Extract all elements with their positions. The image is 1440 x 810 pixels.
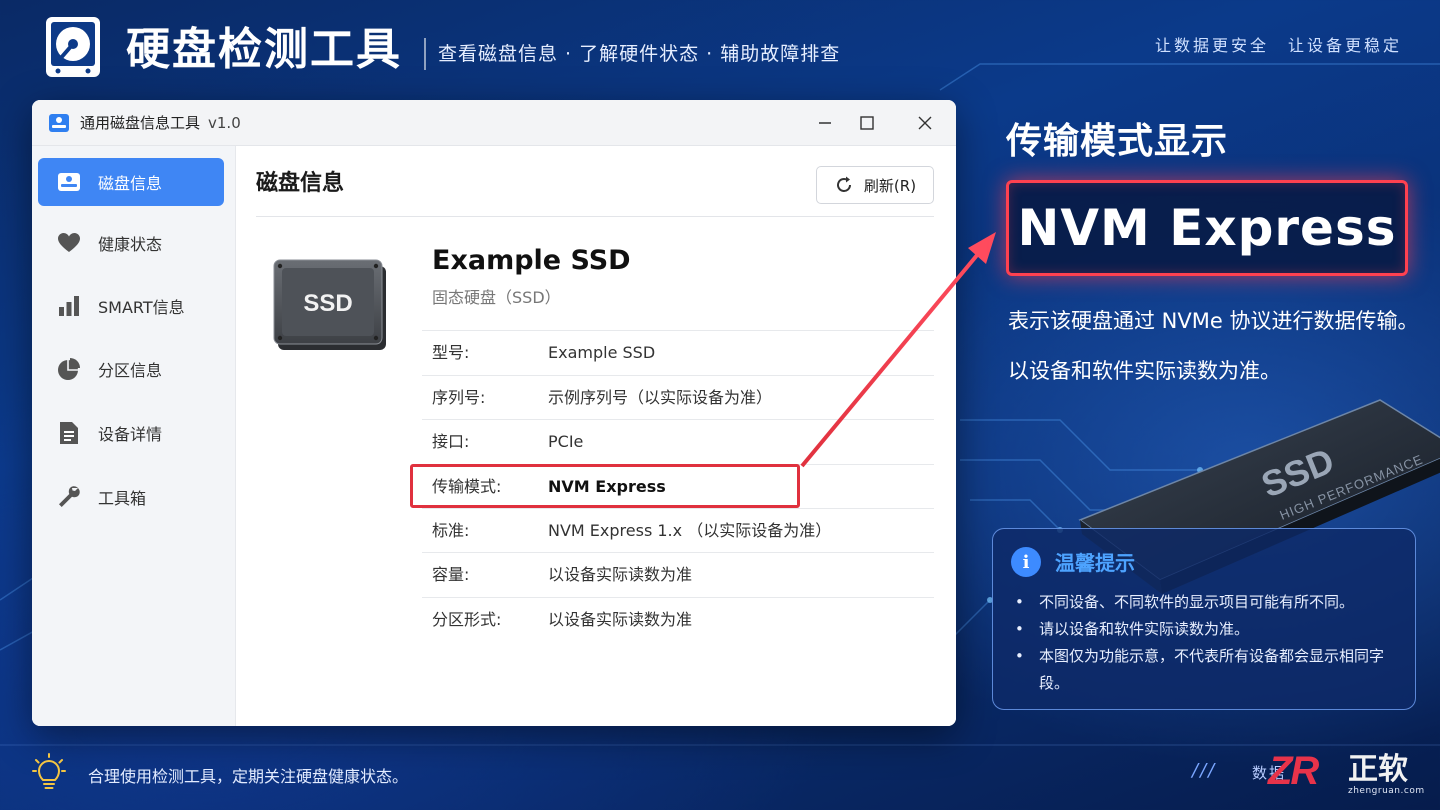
brand-url: zhengruan.com bbox=[1348, 786, 1425, 796]
tip-item: • 请以设备和软件实际读数为准。 bbox=[1015, 616, 1407, 643]
brand-mark: ZR bbox=[1268, 749, 1319, 793]
callout-value-box: NVM Express bbox=[1006, 180, 1408, 276]
brand-watermark: ZR 正软 zhengruan.com bbox=[1266, 748, 1436, 800]
footer-tip: 合理使用检测工具，定期关注硬盘健康状态。 bbox=[88, 767, 409, 786]
footer-decoration: /// bbox=[1192, 760, 1217, 781]
callout-description: 表示该硬盘通过 NVMe 协议进行数据传输。 bbox=[1008, 309, 1419, 333]
lightbulb-icon bbox=[32, 753, 66, 789]
tip-item: • 本图仅为功能示意，不代表所有设备都会显示相同字段。 bbox=[1015, 643, 1407, 697]
callout-value: NVM Express bbox=[1017, 199, 1397, 257]
callout-note: 以设备和软件实际读数为准。 bbox=[1008, 359, 1281, 383]
callout-title: 传输模式显示 bbox=[1006, 121, 1229, 162]
brand-name: 正软 bbox=[1348, 752, 1408, 787]
bullet-icon: • bbox=[1015, 620, 1024, 638]
tip-item: • 不同设备、不同软件的显示项目可能有所不同。 bbox=[1015, 589, 1407, 616]
bullet-icon: • bbox=[1015, 647, 1024, 665]
tips-panel: i 温馨提示 • 不同设备、不同软件的显示项目可能有所不同。 • 请以设备和软件实际… bbox=[992, 528, 1416, 710]
info-icon: i bbox=[1011, 547, 1041, 577]
bullet-icon: • bbox=[1015, 593, 1024, 611]
tips-title: 温馨提示 bbox=[1055, 551, 1135, 575]
